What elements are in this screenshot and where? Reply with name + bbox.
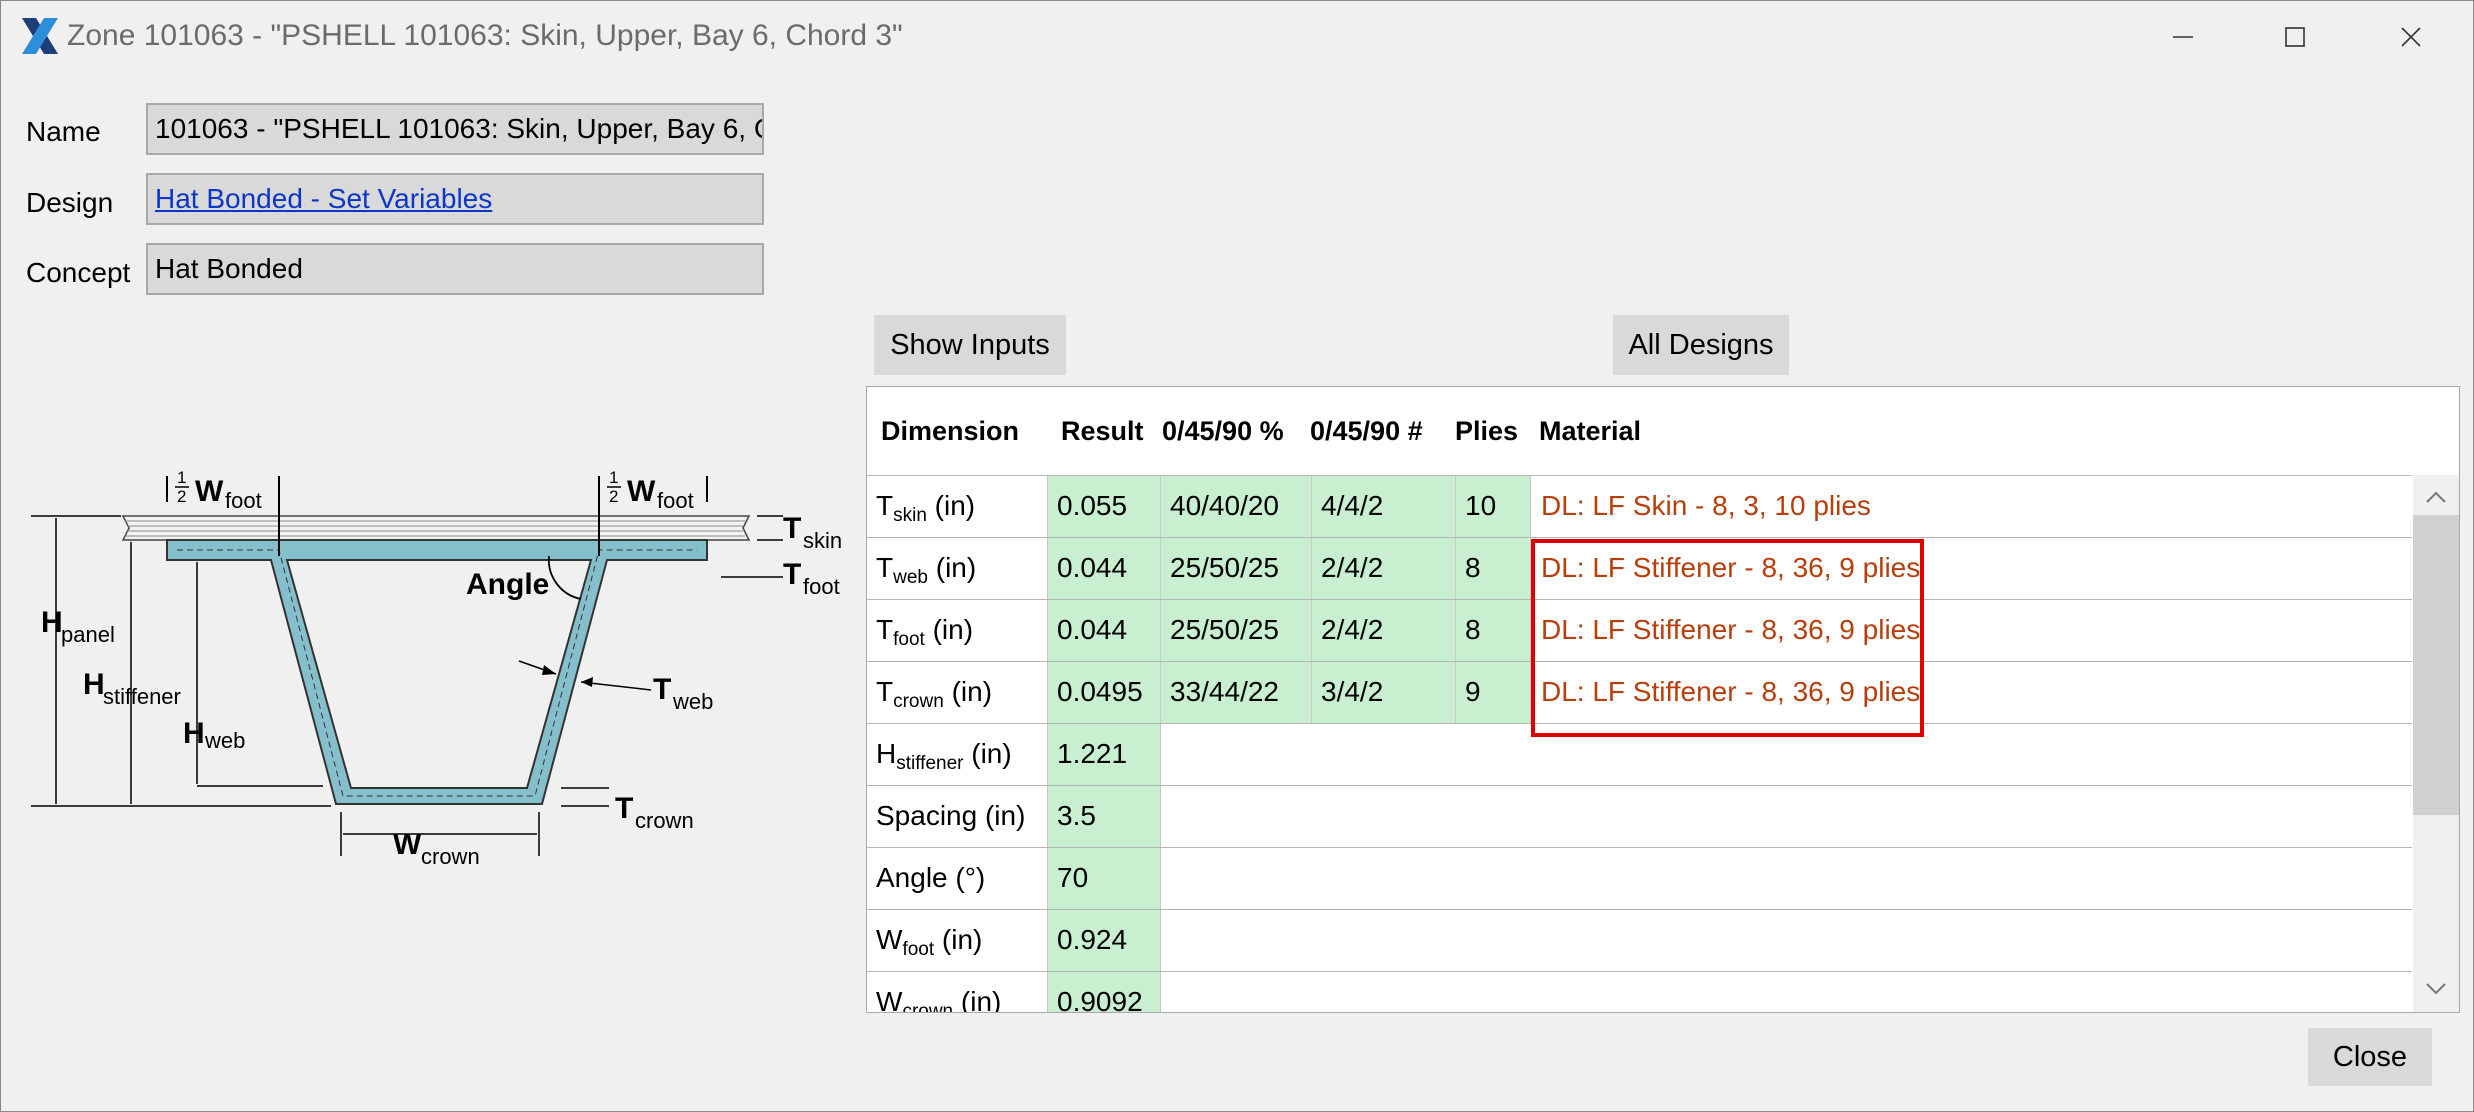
t-foot-sub: foot (803, 574, 840, 599)
result-cell[interactable]: 0.0495 (1048, 662, 1161, 723)
w-foot-left-sub: foot (225, 488, 262, 513)
concept-label: Concept (26, 257, 131, 288)
results-grid[interactable]: Dimension Result 0/45/90 % 0/45/90 # Pli… (866, 386, 2460, 1013)
result-cell[interactable]: 1.221 (1048, 724, 1161, 785)
dimension-cell: Tcrown (in) (867, 662, 1048, 723)
plies-cell[interactable]: 8 (1456, 600, 1531, 661)
skin-laminate (121, 515, 751, 541)
dialog-window: Zone 101063 - "PSHELL 101063: Skin, Uppe… (0, 0, 2474, 1112)
header-num[interactable]: 0/45/90 # (1304, 416, 1449, 447)
dimension-cell: Spacing (in) (867, 786, 1048, 847)
num-cell[interactable]: 3/4/2 (1312, 662, 1456, 723)
result-cell[interactable]: 0.044 (1048, 600, 1161, 661)
plies-cell[interactable]: 9 (1456, 662, 1531, 723)
t-skin-label: T (783, 512, 801, 545)
dimension-cell: Wfoot (in) (867, 910, 1048, 971)
plies-cell[interactable]: 10 (1456, 476, 1531, 537)
show-inputs-button[interactable]: Show Inputs (874, 315, 1066, 375)
table-row[interactable]: Wfoot (in) 0.924 (867, 909, 2412, 971)
t-web-label: T (653, 673, 671, 706)
t-skin-sub: skin (803, 528, 842, 553)
header-pct[interactable]: 0/45/90 % (1154, 416, 1304, 447)
scrollbar-thumb[interactable] (2413, 515, 2459, 815)
header-material[interactable]: Material (1529, 416, 2129, 447)
w-foot-right-sub: foot (657, 488, 694, 513)
w-crown-label: W (393, 828, 422, 861)
dimension-cell: Tweb (in) (867, 538, 1048, 599)
table-row[interactable]: Tskin (in) 0.055 40/40/20 4/4/2 10 DL: L… (867, 475, 2412, 537)
hat-stiffener-shape (166, 539, 708, 805)
table-row[interactable]: Angle (°) 70 (867, 847, 2412, 909)
dimension-cell: Angle (°) (867, 848, 1048, 909)
t-web-sub: web (672, 689, 713, 714)
all-designs-button[interactable]: All Designs (1613, 315, 1789, 375)
num-cell[interactable]: 2/4/2 (1312, 600, 1456, 661)
result-cell[interactable]: 0.055 (1048, 476, 1161, 537)
h-web-sub: web (204, 728, 245, 753)
close-window-button[interactable] (2353, 1, 2469, 73)
pct-cell[interactable]: 25/50/25 (1161, 600, 1312, 661)
t-crown-label: T (615, 792, 633, 825)
design-link[interactable]: Hat Bonded - Set Variables (155, 183, 492, 214)
chevron-up-icon[interactable] (2423, 485, 2449, 511)
w-crown-sub: crown (421, 844, 480, 869)
h-stiffener-sub: stiffener (103, 684, 181, 709)
h-web-label: H (183, 717, 205, 750)
h-panel-sub: panel (61, 622, 115, 647)
material-highlight-box (1531, 539, 1924, 737)
result-cell[interactable]: 0.044 (1048, 538, 1161, 599)
minimize-icon (2173, 36, 2193, 38)
pct-cell[interactable]: 25/50/25 (1161, 538, 1312, 599)
w-foot-left-label: W (195, 475, 224, 508)
design-label: Design (26, 187, 114, 218)
window-title: Zone 101063 - "PSHELL 101063: Skin, Uppe… (67, 19, 903, 52)
plies-cell[interactable]: 8 (1456, 538, 1531, 599)
x-logo-icon (22, 18, 58, 54)
half-numerator-right: 1 (609, 468, 618, 487)
result-cell[interactable]: 3.5 (1048, 786, 1161, 847)
maximize-icon (2285, 27, 2305, 47)
result-cell[interactable]: 0.924 (1048, 910, 1161, 971)
title-bar: Zone 101063 - "PSHELL 101063: Skin, Uppe… (1, 1, 2473, 73)
angle-label: Angle (466, 568, 549, 601)
num-cell[interactable]: 2/4/2 (1312, 538, 1456, 599)
table-row[interactable]: Wcrown (in) 0.9092 (867, 971, 2412, 1012)
dimension-cell: Hstiffener (in) (867, 724, 1048, 785)
t-foot-label: T (783, 558, 801, 591)
header-plies[interactable]: Plies (1449, 416, 1529, 447)
header-dimension[interactable]: Dimension (867, 416, 1047, 447)
num-cell[interactable]: 4/4/2 (1312, 476, 1456, 537)
material-cell[interactable]: DL: LF Skin - 8, 3, 10 plies (1531, 476, 2412, 537)
h-stiffener-label: H (83, 668, 105, 701)
dimension-cell: Wcrown (in) (867, 972, 1048, 1012)
dimension-cell: Tskin (in) (867, 476, 1048, 537)
half-denominator-left: 2 (177, 487, 186, 506)
close-icon (2401, 27, 2421, 47)
pct-cell[interactable]: 33/44/22 (1161, 662, 1312, 723)
w-foot-right-label: W (627, 475, 656, 508)
minimize-button[interactable] (2125, 1, 2241, 73)
close-button[interactable]: Close (2308, 1028, 2432, 1086)
concept-field[interactable]: Hat Bonded (146, 243, 764, 295)
half-numerator-left: 1 (177, 468, 186, 487)
name-label: Name (26, 116, 101, 147)
name-field[interactable]: 101063 - "PSHELL 101063: Skin, Upper, Ba… (146, 103, 764, 155)
chevron-down-icon[interactable] (2423, 975, 2449, 1001)
dimension-cell: Tfoot (in) (867, 600, 1048, 661)
half-denominator-right: 2 (609, 487, 618, 506)
maximize-button[interactable] (2237, 1, 2353, 73)
pct-cell[interactable]: 40/40/20 (1161, 476, 1312, 537)
table-row[interactable]: Spacing (in) 3.5 (867, 785, 2412, 847)
hat-stiffener-diagram: 1 2 W foot 1 2 W foot T skin T foot Angl… (31, 468, 842, 869)
result-cell[interactable]: 70 (1048, 848, 1161, 909)
t-crown-sub: crown (635, 808, 694, 833)
vertical-scrollbar[interactable] (2413, 475, 2459, 1012)
header-result[interactable]: Result (1047, 416, 1154, 447)
h-panel-label: H (41, 606, 63, 639)
result-cell[interactable]: 0.9092 (1048, 972, 1161, 1012)
grid-header: Dimension Result 0/45/90 % 0/45/90 # Pli… (867, 387, 2412, 475)
design-field: Hat Bonded - Set Variables (146, 173, 764, 225)
